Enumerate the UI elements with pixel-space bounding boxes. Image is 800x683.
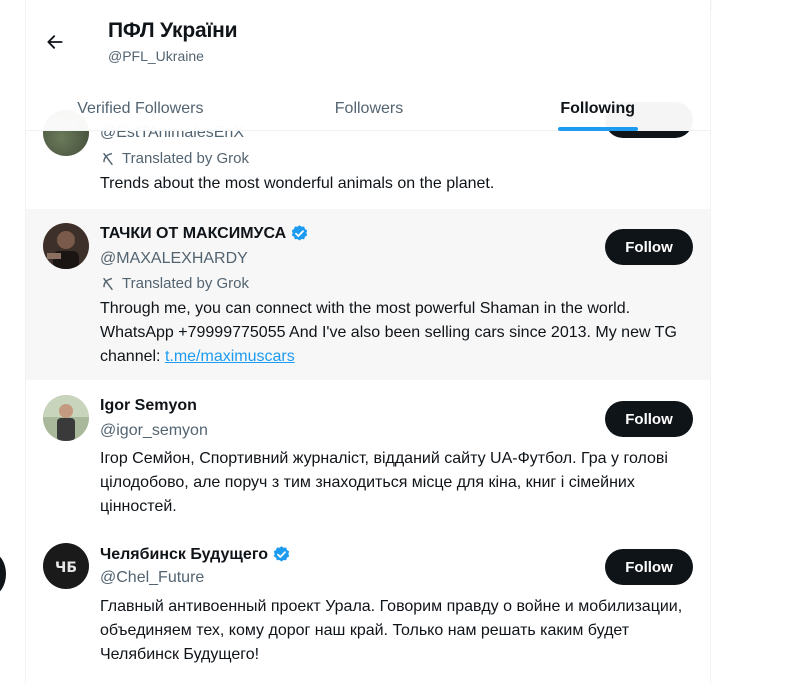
page-handle: @PFL_Ukraine [108, 48, 204, 64]
translated-by-grok: Translated by Grok [100, 150, 249, 167]
tab-label: Followers [334, 100, 404, 117]
back-button[interactable] [40, 27, 70, 57]
follow-button[interactable]: Follow [605, 229, 693, 265]
name-row: Igor Semyon [100, 397, 197, 415]
verified-badge-icon [273, 546, 290, 562]
tab-bar: Verified Followers Followers Following [26, 87, 710, 131]
avatar-image: ЧБ [43, 543, 89, 589]
user-handle[interactable]: @Chel_Future [100, 569, 204, 587]
svg-text:ЧБ: ЧБ [55, 560, 77, 576]
follow-button[interactable]: Follow [605, 549, 693, 585]
grok-icon [103, 152, 113, 165]
list-item[interactable]: Igor Semyon @igor_semyon Ігор Семйон, Сп… [26, 381, 710, 528]
follow-button[interactable]: Follow [605, 401, 693, 437]
translated-label: Translated by Grok [122, 150, 249, 167]
user-bio: Through me, you can connect with the mos… [100, 297, 700, 369]
profile-header: ПФЛ України @PFL_Ukraine Verified Follow… [26, 9, 710, 131]
user-name[interactable]: ТАЧКИ ОТ МАКСИМУСА [100, 225, 286, 243]
list-item[interactable]: ТАЧКИ ОТ МАКСИМУСА @MAXALEXHARDY Transla… [26, 209, 710, 380]
tab-label: Following [560, 100, 635, 117]
tab-following[interactable]: Following [483, 87, 710, 131]
name-row: ТАЧКИ ОТ МАКСИМУСА [100, 224, 309, 243]
user-handle[interactable]: @igor_semyon [100, 422, 208, 440]
avatar-image [43, 395, 89, 441]
main-column: @EstTAnimalesEnX Translated by Grok Tren… [25, 0, 711, 683]
arrow-left-icon [47, 35, 63, 49]
right-area [712, 0, 800, 683]
user-bio: Ігор Семйон, Спортивний журналіст, відда… [100, 450, 668, 515]
avatar[interactable] [43, 395, 89, 441]
name-row: Челябинск Будущего [100, 545, 291, 564]
list-item[interactable]: ЧБ Челябинск Будущего @Chel_Future Главн… [26, 529, 710, 683]
user-bio: Trends about the most wonderful animals … [100, 175, 495, 192]
translated-by-grok: Translated by Grok [100, 275, 249, 292]
user-handle[interactable]: @MAXALEXHARDY [100, 250, 248, 268]
translated-label: Translated by Grok [122, 275, 249, 292]
avatar-image [43, 223, 89, 269]
partial-avatar-edge [0, 553, 6, 595]
left-gutter [0, 0, 25, 683]
user-name[interactable]: Igor Semyon [100, 397, 197, 415]
verified-badge-icon [292, 225, 308, 241]
avatar[interactable]: ЧБ [43, 543, 89, 589]
page-title: ПФЛ України [108, 19, 238, 42]
tab-followers[interactable]: Followers [255, 87, 484, 131]
grok-icon [103, 277, 113, 290]
active-tab-indicator [557, 127, 638, 131]
tab-verified-followers[interactable]: Verified Followers [26, 87, 255, 131]
bio-link[interactable]: t.me/maximuscars [165, 348, 295, 365]
avatar[interactable] [43, 223, 89, 269]
user-bio: Главный антивоенный проект Урала. Говори… [100, 598, 683, 663]
user-name[interactable]: Челябинск Будущего [100, 546, 268, 564]
tab-label: Verified Followers [77, 100, 204, 117]
